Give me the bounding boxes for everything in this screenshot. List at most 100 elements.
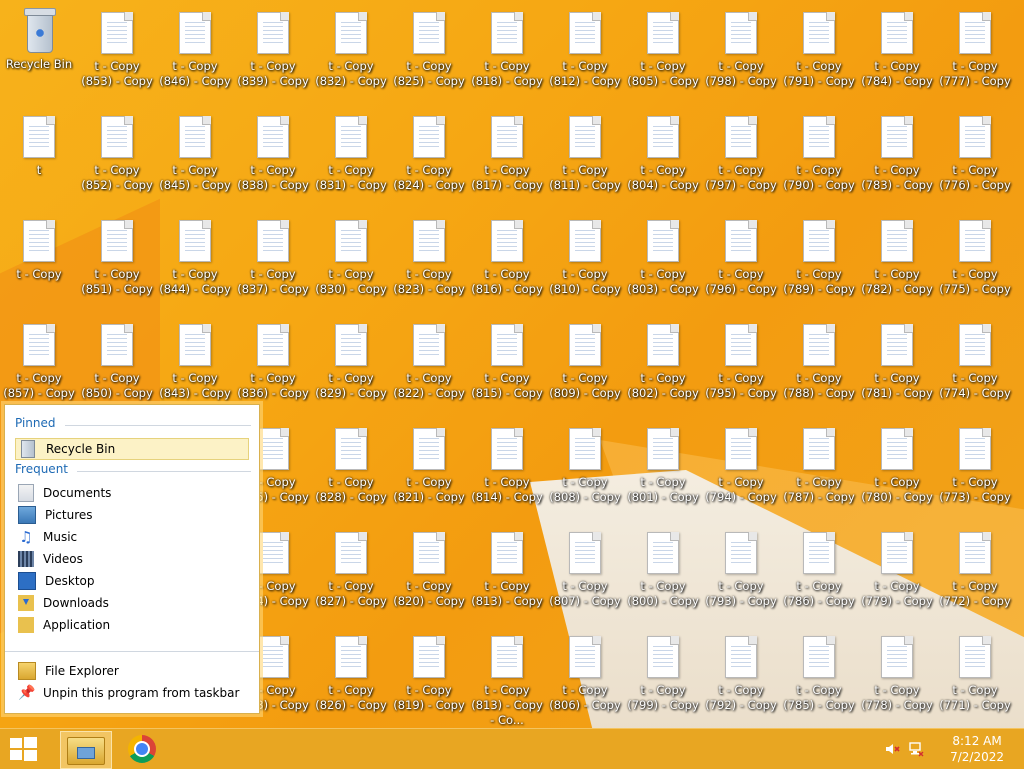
desktop-icon-file[interactable]: t - Copy (779) - Copy (858, 520, 936, 624)
jumplist-item-unpin[interactable]: 📌 Unpin this program from taskbar (15, 683, 249, 703)
text-file-icon (725, 428, 757, 470)
desktop-icon-file[interactable]: t - Copy (786) - Copy (780, 520, 858, 624)
desktop-icon-file[interactable]: t - Copy (818) - Copy (468, 0, 546, 104)
desktop-icon-file[interactable]: t - Copy (785) - Copy (780, 624, 858, 728)
desktop-icon-file[interactable]: t - Copy (843) - Copy (156, 312, 234, 416)
desktop-icon-file[interactable]: t - Copy (836) - Copy (234, 312, 312, 416)
network-icon[interactable] (908, 741, 924, 757)
desktop-icon-file[interactable]: t - Copy (784) - Copy (858, 0, 936, 104)
desktop-icon-file[interactable]: t - Copy (831) - Copy (312, 104, 390, 208)
desktop-icon-file[interactable]: t (0, 104, 78, 208)
desktop-icon-file[interactable]: t - Copy (844) - Copy (156, 208, 234, 312)
taskbar[interactable]: 8:12 AM 7/2/2022 (0, 728, 1024, 769)
desktop-icon-file[interactable]: t - Copy (838) - Copy (234, 104, 312, 208)
desktop-icon-file[interactable]: t - Copy (837) - Copy (234, 208, 312, 312)
desktop-icon-file[interactable]: t - Copy (846) - Copy (156, 0, 234, 104)
desktop-icon-file[interactable]: t - Copy (799) - Copy (624, 624, 702, 728)
desktop-icon-file[interactable]: t - Copy (839) - Copy (234, 0, 312, 104)
desktop-icon-file[interactable]: t - Copy (798) - Copy (702, 0, 780, 104)
desktop-icon-file[interactable]: t - Copy (777) - Copy (936, 0, 1014, 104)
desktop-icon-file[interactable]: t - Copy (814) - Copy (468, 416, 546, 520)
desktop-icon-file[interactable]: t - Copy (815) - Copy (468, 312, 546, 416)
desktop-icon-file[interactable]: t - Copy (782) - Copy (858, 208, 936, 312)
desktop-icon-file[interactable]: t - Copy (820) - Copy (390, 520, 468, 624)
jumplist-item-music[interactable]: ♫ Music (15, 527, 249, 547)
desktop-icon-file[interactable]: t - Copy (772) - Copy (936, 520, 1014, 624)
jumplist-item-desktop[interactable]: Desktop (15, 571, 249, 591)
desktop-icon-file[interactable]: t - Copy (823) - Copy (390, 208, 468, 312)
desktop-icon-file[interactable]: t - Copy (845) - Copy (156, 104, 234, 208)
desktop-icon-file[interactable]: t - Copy (797) - Copy (702, 104, 780, 208)
desktop-icon-file[interactable]: t - Copy (852) - Copy (78, 104, 156, 208)
start-button[interactable] (8, 736, 38, 762)
desktop-icon-file[interactable]: t - Copy (789) - Copy (780, 208, 858, 312)
clock[interactable]: 8:12 AM 7/2/2022 (950, 733, 1004, 765)
desktop-icon-file[interactable]: t - Copy (801) - Copy (624, 416, 702, 520)
desktop-icon-file[interactable]: t - Copy (781) - Copy (858, 312, 936, 416)
desktop-icon-file[interactable]: t - Copy (813) - Copy (468, 520, 546, 624)
desktop-icon-file[interactable]: t - Copy (800) - Copy (624, 520, 702, 624)
desktop-icon-file[interactable]: t - Copy (816) - Copy (468, 208, 546, 312)
desktop-icon-file[interactable]: t - Copy (851) - Copy (78, 208, 156, 312)
desktop-icon-file[interactable]: t - Copy (819) - Copy (390, 624, 468, 728)
taskbar-chrome-button[interactable] (120, 731, 166, 767)
desktop-icon-file[interactable]: t - Copy (778) - Copy (858, 624, 936, 728)
desktop-icon-file[interactable]: t - Copy (822) - Copy (390, 312, 468, 416)
taskbar-file-explorer-button[interactable] (60, 731, 112, 769)
desktop-icon-file[interactable]: t - Copy (813) - Copy - Co... (468, 624, 546, 728)
desktop-icon-file[interactable]: t - Copy (829) - Copy (312, 312, 390, 416)
desktop-icon-file[interactable]: t - Copy (780) - Copy (858, 416, 936, 520)
desktop-icon-recycle-bin[interactable]: Recycle Bin (0, 0, 78, 104)
desktop-icon-file[interactable]: t - Copy (802) - Copy (624, 312, 702, 416)
jumplist-item-file-explorer[interactable]: File Explorer (15, 661, 249, 681)
jumplist-item-label: File Explorer (45, 664, 119, 678)
desktop-icon-file[interactable]: t - Copy (812) - Copy (546, 0, 624, 104)
desktop-icon-file[interactable]: t - Copy (817) - Copy (468, 104, 546, 208)
desktop-icon-file[interactable]: t - Copy (850) - Copy (78, 312, 156, 416)
desktop-icon-file[interactable]: t - Copy (796) - Copy (702, 208, 780, 312)
desktop-icon-file[interactable]: t - Copy (827) - Copy (312, 520, 390, 624)
desktop-icon-file[interactable]: t - Copy (803) - Copy (624, 208, 702, 312)
desktop-icon-file[interactable]: t - Copy (791) - Copy (780, 0, 858, 104)
speaker-muted-icon[interactable] (884, 741, 900, 757)
desktop-icon-file[interactable]: t - Copy (790) - Copy (780, 104, 858, 208)
desktop-icon-file[interactable]: t - Copy (824) - Copy (390, 104, 468, 208)
desktop-icon-file[interactable]: t - Copy (806) - Copy (546, 624, 624, 728)
desktop-icon-file[interactable]: t - Copy (832) - Copy (312, 0, 390, 104)
desktop-icon-file[interactable]: t - Copy (794) - Copy (702, 416, 780, 520)
desktop-icon-file[interactable]: t - Copy (0, 208, 78, 312)
desktop-icon-file[interactable]: t - Copy (792) - Copy (702, 624, 780, 728)
desktop-icon-file[interactable]: t - Copy (807) - Copy (546, 520, 624, 624)
desktop-icon-file[interactable]: t - Copy (795) - Copy (702, 312, 780, 416)
desktop-icon-file[interactable]: t - Copy (805) - Copy (624, 0, 702, 104)
desktop-icon-file[interactable]: t - Copy (783) - Copy (858, 104, 936, 208)
desktop-icon-file[interactable]: t - Copy (825) - Copy (390, 0, 468, 104)
desktop-icon-file[interactable]: t - Copy (826) - Copy (312, 624, 390, 728)
jumplist-item-pictures[interactable]: Pictures (15, 505, 249, 525)
desktop-icon-file[interactable]: t - Copy (773) - Copy (936, 416, 1014, 520)
desktop-icon-file[interactable]: t - Copy (857) - Copy (0, 312, 78, 416)
desktop-icon-file[interactable]: t - Copy (774) - Copy (936, 312, 1014, 416)
desktop-icon-file[interactable]: t - Copy (821) - Copy (390, 416, 468, 520)
jumplist-item-videos[interactable]: Videos (15, 549, 249, 569)
desktop-icon-file[interactable]: t - Copy (793) - Copy (702, 520, 780, 624)
desktop-icon-label: t - Copy (797) - Copy (705, 163, 777, 192)
desktop-icon-file[interactable]: t - Copy (776) - Copy (936, 104, 1014, 208)
desktop-icon-file[interactable]: t - Copy (830) - Copy (312, 208, 390, 312)
desktop-icon-file[interactable]: t - Copy (828) - Copy (312, 416, 390, 520)
jumplist-item-application[interactable]: Application (15, 615, 249, 635)
jumplist-item-recycle-bin[interactable]: Recycle Bin (15, 438, 249, 460)
desktop-icon-file[interactable]: t - Copy (808) - Copy (546, 416, 624, 520)
desktop-icon-file[interactable]: t - Copy (788) - Copy (780, 312, 858, 416)
folder-icon (18, 617, 34, 633)
desktop-icon-file[interactable]: t - Copy (787) - Copy (780, 416, 858, 520)
desktop-icon-file[interactable]: t - Copy (811) - Copy (546, 104, 624, 208)
desktop-icon-file[interactable]: t - Copy (775) - Copy (936, 208, 1014, 312)
desktop-icon-file[interactable]: t - Copy (853) - Copy (78, 0, 156, 104)
jumplist-item-documents[interactable]: Documents (15, 483, 249, 503)
desktop-icon-file[interactable]: t - Copy (810) - Copy (546, 208, 624, 312)
desktop-icon-file[interactable]: t - Copy (804) - Copy (624, 104, 702, 208)
desktop-icon-file[interactable]: t - Copy (771) - Copy (936, 624, 1014, 728)
jumplist-item-downloads[interactable]: Downloads (15, 593, 249, 613)
desktop-icon-file[interactable]: t - Copy (809) - Copy (546, 312, 624, 416)
